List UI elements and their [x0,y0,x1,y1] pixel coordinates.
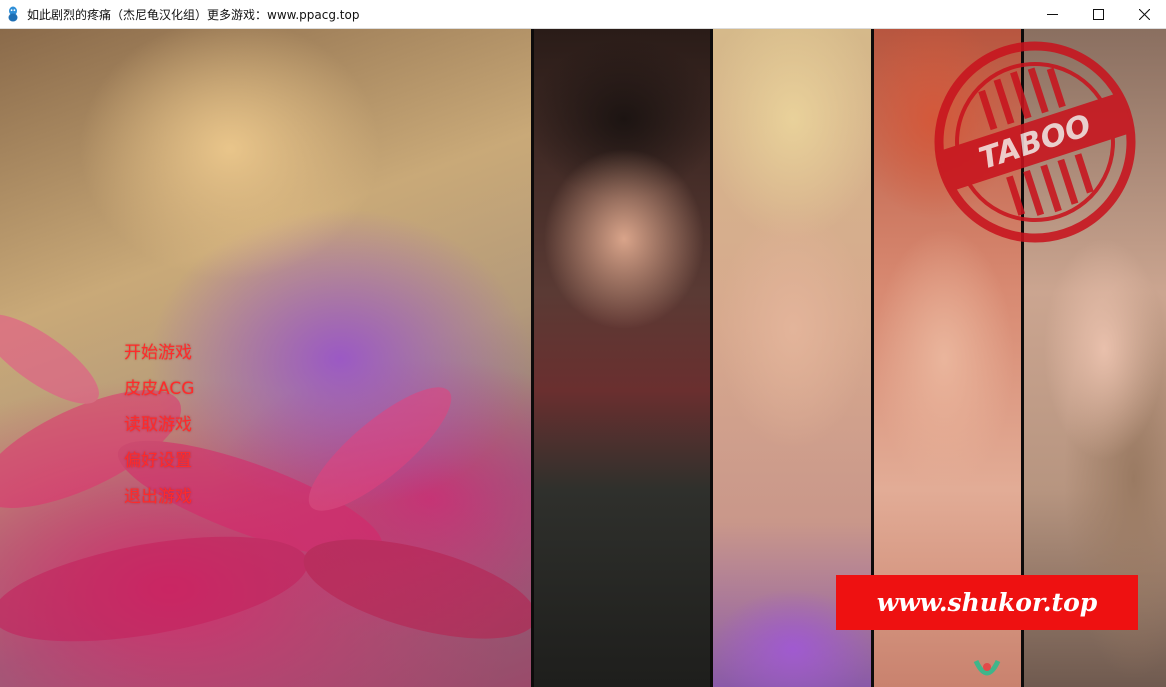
minimize-icon [1046,13,1058,15]
minimize-button[interactable] [1029,0,1075,28]
maximize-button[interactable] [1075,0,1121,28]
maximize-icon [1092,8,1104,20]
artwork-panel-dark-hair-girl [534,29,710,687]
watermark-banner: www.shukor.top [836,575,1138,630]
preferences-button[interactable]: 偏好设置 [118,443,208,479]
start-game-button[interactable]: 开始游戏 [118,335,208,371]
window-title: 如此剧烈的疼痛（杰尼龟汉化组）更多游戏：www.ppacg.top [27,8,360,22]
flower-foreground [0,314,531,642]
quit-game-button[interactable]: 退出游戏 [118,479,208,515]
taboo-stamp: TABOO [930,37,1140,247]
close-button[interactable] [1121,0,1166,28]
artwork-panel-blonde-girl [0,29,531,687]
window-titlebar: 如此剧烈的疼痛（杰尼龟汉化组）更多游戏：www.ppacg.top [0,0,1166,29]
close-icon [1138,8,1150,20]
watermark-logo-icon [972,659,1002,683]
main-menu: 开始游戏 皮皮ACG 读取游戏 偏好设置 退出游戏 [118,335,208,515]
turtle-app-icon [6,6,20,22]
pipi-acg-button[interactable]: 皮皮ACG [118,371,208,407]
watermark-text: www.shukor.top [876,588,1098,617]
load-game-button[interactable]: 读取游戏 [118,407,208,443]
